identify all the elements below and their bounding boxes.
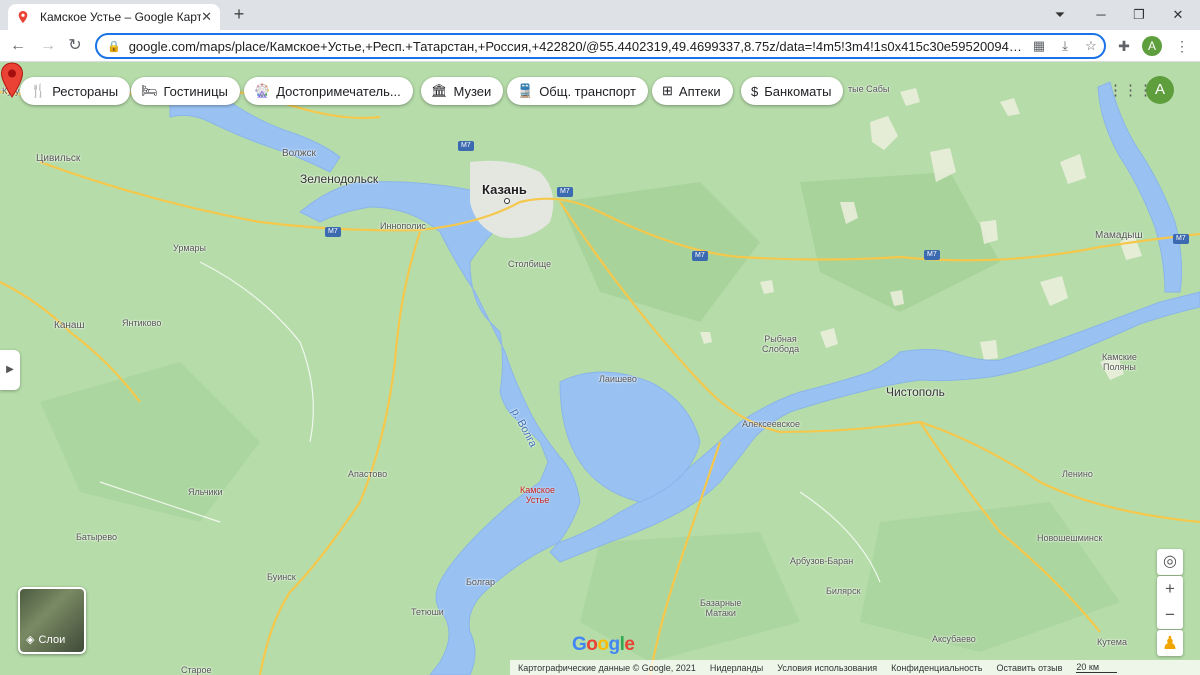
tab-search-icon[interactable]: ⏷: [1042, 0, 1078, 30]
place-lenino[interactable]: Ленино: [1062, 469, 1093, 479]
chip-museums[interactable]: 🏛 Музеи: [421, 77, 504, 105]
place-alekseevskoe[interactable]: Алексеевское: [742, 419, 800, 429]
place-bazarnye-mataki[interactable]: Базарные Матаки: [700, 598, 741, 618]
maps-pin-icon: [18, 11, 28, 23]
place-tsivilsk[interactable]: Цивильск: [36, 153, 80, 164]
place-yantikovo[interactable]: Янтиково: [122, 318, 161, 328]
highway-shield: M7: [458, 141, 474, 151]
zoom-controls: + −: [1157, 576, 1183, 629]
street-view-pegman-icon[interactable]: ♟: [1157, 630, 1183, 656]
map-graphic: [0, 62, 1200, 675]
chip-pharmacies[interactable]: ⊞ Аптеки: [652, 77, 733, 105]
zoom-in-button[interactable]: +: [1157, 576, 1183, 602]
my-location-button[interactable]: ◎: [1157, 549, 1183, 575]
expand-side-panel-button[interactable]: ▶: [0, 350, 20, 390]
reload-button[interactable]: ↻: [63, 35, 87, 57]
tab-maps[interactable]: Камское Устье – Google Карты ✕: [8, 4, 220, 30]
feedback-link[interactable]: Оставить отзыв: [996, 663, 1062, 673]
layers-icon: ◈: [26, 634, 35, 646]
pin-label: Камское Устье: [520, 485, 555, 505]
place-mamadysh[interactable]: Мамадыш: [1095, 230, 1143, 241]
maximize-button[interactable]: ❐: [1121, 0, 1157, 30]
crosshair-icon: ◎: [1163, 553, 1177, 570]
layers-label: Слои: [38, 633, 66, 646]
place-apastovo[interactable]: Апастово: [348, 469, 387, 479]
place-bolgar[interactable]: Болгар: [466, 577, 495, 587]
highway-shield: M7: [924, 250, 940, 260]
google-logo: Google: [572, 634, 635, 655]
forward-button[interactable]: →: [36, 35, 60, 57]
place-rybnaya-sloboda[interactable]: Рыбная Слобода: [762, 334, 799, 354]
place-arbuzov-baran[interactable]: Арбузов-Баран: [790, 556, 853, 566]
place-bilyarsk[interactable]: Билярск: [826, 586, 861, 596]
chip-atms[interactable]: $ Банкоматы: [741, 77, 844, 105]
layers-button[interactable]: ◈ Слои: [18, 587, 86, 654]
attraction-icon: 🎡: [254, 83, 271, 98]
map-canvas[interactable]: 🍴 Рестораны 🛏 Гостиницы 🎡 Достопримечатель.…: [0, 62, 1200, 675]
privacy-link[interactable]: Конфиденциальность: [891, 663, 982, 673]
back-button[interactable]: ←: [6, 35, 30, 57]
fork-knife-icon: 🍴: [30, 83, 47, 98]
place-laishevo[interactable]: Лаишево: [599, 374, 637, 384]
place-kamskie-polyany[interactable]: Камские Поляны: [1102, 352, 1137, 372]
place-volzhsk[interactable]: Волжск: [282, 148, 316, 159]
map-footer: Картографические данные © Google, 2021 Н…: [510, 660, 1200, 675]
highway-shield: M7: [692, 251, 708, 261]
apps-grid-icon[interactable]: ⋮⋮⋮: [1108, 79, 1153, 103]
url-text: google.com/maps/place/Камское+Устье,+Рес…: [128, 38, 1026, 54]
museum-icon: 🏛: [431, 83, 448, 98]
place-starye[interactable]: Старое: [181, 665, 212, 675]
tab-strip: Камское Устье – Google Карты ✕ + ⏷ ─ ❐ ✕: [0, 0, 1200, 30]
tab-title: Камское Устье – Google Карты: [40, 10, 202, 24]
chip-transit[interactable]: 🚆 Общ. транспорт: [507, 77, 648, 105]
address-bar[interactable]: 🔒 google.com/maps/place/Камское+Устье,+Р…: [95, 33, 1106, 59]
place-sabi[interactable]: тые Сабы: [848, 84, 889, 94]
scale-bar[interactable]: 20 км: [1076, 662, 1118, 673]
pharmacy-icon: ⊞: [662, 83, 673, 98]
place-chistopol[interactable]: Чистополь: [886, 385, 945, 399]
highway-shield: M7: [325, 227, 341, 237]
place-urmary[interactable]: Урмары: [173, 243, 206, 253]
copyright-text: Картографические данные © Google, 2021: [518, 662, 696, 673]
place-novosheshminsk[interactable]: Новошешминск: [1037, 533, 1102, 543]
place-zelenodolsk[interactable]: Зеленодольск: [300, 172, 378, 186]
place-pin-icon[interactable]: [0, 62, 24, 98]
place-kazan[interactable]: Казань: [482, 182, 527, 197]
qr-code-icon[interactable]: ▦: [1026, 38, 1052, 54]
bed-icon: 🛏: [141, 83, 158, 98]
place-batyrevo[interactable]: Батырево: [76, 532, 117, 542]
place-aksubaevo[interactable]: Аксубаево: [932, 634, 976, 644]
tab-close-icon[interactable]: ✕: [201, 9, 212, 25]
chip-restaurants[interactable]: 🍴 Рестораны: [20, 77, 131, 105]
atm-icon: $: [751, 83, 759, 99]
region-link[interactable]: Нидерланды: [710, 663, 763, 673]
zoom-out-button[interactable]: −: [1157, 602, 1183, 628]
install-app-icon[interactable]: ⤓: [1052, 38, 1078, 54]
minimize-button[interactable]: ─: [1083, 0, 1119, 30]
kazan-dot: [504, 198, 510, 204]
place-innopolis[interactable]: Иннополис: [380, 221, 426, 231]
highway-shield: M7: [1173, 234, 1189, 244]
map-profile-avatar[interactable]: A: [1146, 76, 1174, 104]
place-kanash[interactable]: Канаш: [54, 320, 85, 331]
terms-link[interactable]: Условия использования: [777, 663, 877, 673]
place-yalchiki[interactable]: Яльчики: [188, 487, 223, 497]
close-window-button[interactable]: ✕: [1160, 0, 1196, 30]
profile-avatar[interactable]: A: [1142, 36, 1162, 56]
highway-shield: M7: [557, 187, 573, 197]
place-tetyushi[interactable]: Тетюши: [411, 607, 444, 617]
place-buinsk[interactable]: Буинск: [267, 572, 296, 582]
place-kutema[interactable]: Кутема: [1097, 637, 1127, 647]
place-stolbishche[interactable]: Столбище: [508, 259, 551, 269]
chip-hotels[interactable]: 🛏 Гостиницы: [131, 77, 240, 105]
bookmark-star-icon[interactable]: ☆: [1078, 38, 1104, 54]
chrome-menu-icon[interactable]: ⋮: [1171, 35, 1193, 57]
new-tab-button[interactable]: +: [229, 4, 249, 24]
chip-attractions[interactable]: 🎡 Достопримечатель...: [244, 77, 413, 105]
browser-toolbar: ← → ↻ 🔒 google.com/maps/place/Камское+Ус…: [0, 30, 1200, 62]
lock-icon: 🔒: [107, 40, 121, 53]
transit-icon: 🚆: [517, 83, 534, 98]
extensions-icon[interactable]: ✚: [1113, 35, 1135, 57]
